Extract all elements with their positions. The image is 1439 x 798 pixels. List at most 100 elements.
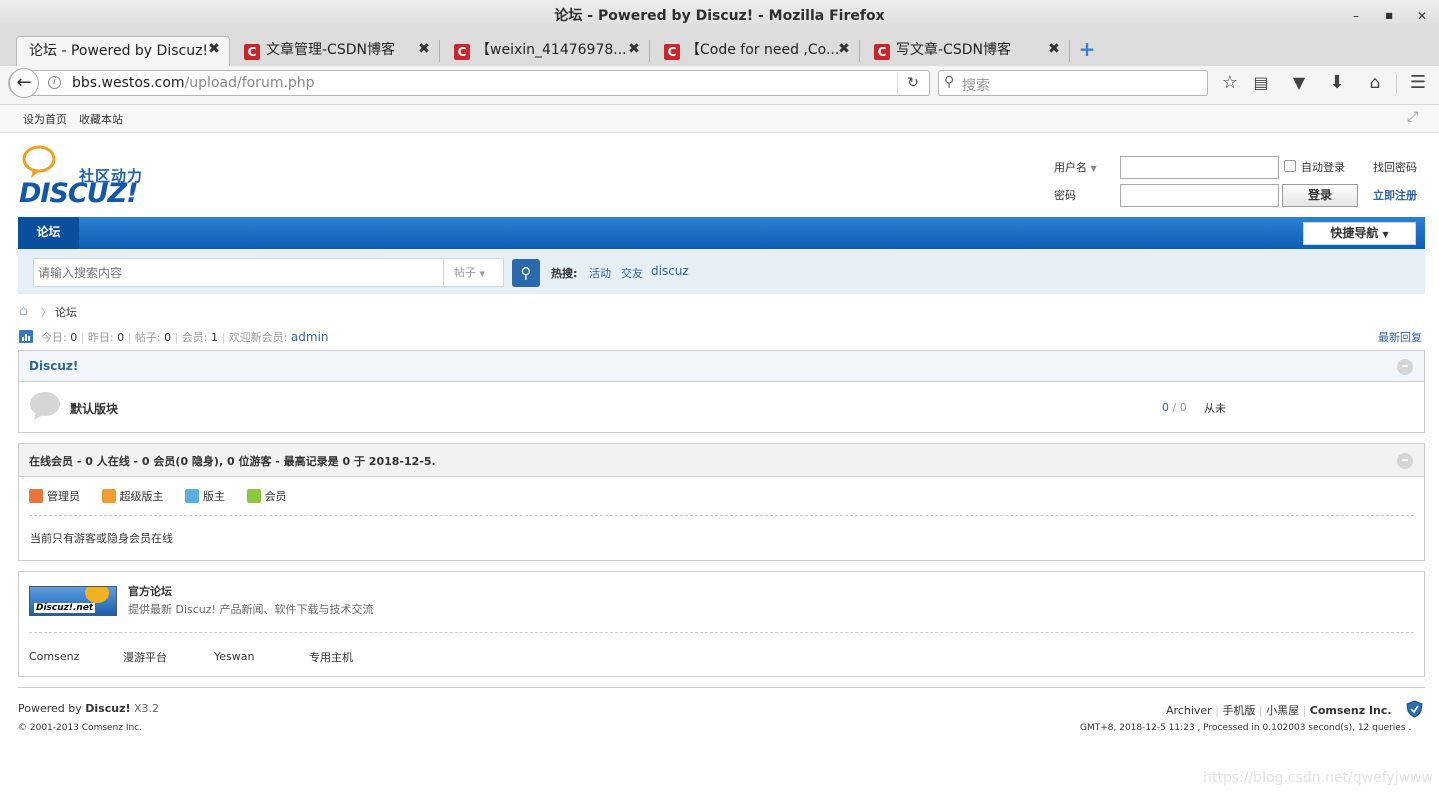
login-button[interactable]: 登录 <box>1282 184 1358 207</box>
friend-link[interactable]: Yeswan <box>214 650 254 663</box>
collapse-icon[interactable]: – <box>1397 453 1413 469</box>
search-type-select[interactable]: 帖子 ▼ <box>443 258 504 287</box>
dashed-divider <box>29 515 1414 516</box>
dashed-divider <box>29 632 1414 633</box>
tab-close-icon[interactable]: ✖ <box>207 41 221 57</box>
newest-member-link[interactable]: admin <box>291 330 329 344</box>
member-user-icon <box>246 489 261 503</box>
favorite-link[interactable]: 收藏本站 <box>79 111 123 127</box>
auto-login-label[interactable]: 自动登录 <box>1301 159 1345 175</box>
tab-forum[interactable]: 论坛 - Powered by Discuz! <box>16 36 230 66</box>
tab-close-icon[interactable]: ✖ <box>1047 41 1061 57</box>
bookmark-star-icon[interactable]: ☆ <box>1219 73 1241 93</box>
footer-links: Archiver | 手机版 | 小黑屋 | Comsenz Inc. <box>1166 704 1392 717</box>
forum-status-icon <box>28 391 62 421</box>
csdn-logo-icon: C <box>454 44 470 60</box>
forum-stats: 今日: 0 | 昨日: 0 | 帖子: 0 | 会员: 1 | 欢迎新会员: a… <box>41 330 329 344</box>
stat-welcome-label: 欢迎新会员: <box>228 331 288 344</box>
site-info-icon[interactable]: i <box>48 76 61 89</box>
menu-forum-tab[interactable]: 论坛 <box>18 217 79 249</box>
security-shield-icon[interactable] <box>1406 700 1423 718</box>
hot-search-link[interactable]: 活动 <box>589 265 611 281</box>
url-path: /upload/forum.php <box>184 75 315 91</box>
forum-counts: 0 / 0 <box>1162 401 1187 414</box>
tab-close-icon[interactable]: ✖ <box>837 41 851 57</box>
auto-login-checkbox[interactable] <box>1284 160 1296 172</box>
home-icon[interactable]: ⌂ <box>19 303 28 319</box>
banner-text: Discuz!.net <box>34 603 96 613</box>
maximize-icon[interactable]: ■ <box>1381 8 1397 24</box>
stat-members: 1 <box>210 331 218 344</box>
forum-last-post: 从未 <box>1204 402 1226 415</box>
legend-label: 管理员 <box>47 490 80 503</box>
tab-write-article[interactable]: C 写文章-CSDN博客 <box>862 36 1062 66</box>
friend-link[interactable]: 专用主机 <box>309 649 353 665</box>
tab-label: 【Code for need ,Co... <box>686 42 840 58</box>
close-window-icon[interactable]: ✕ <box>1414 8 1430 24</box>
mobile-link[interactable]: 手机版 <box>1222 704 1255 717</box>
hot-search-link[interactable]: discuz <box>651 264 689 278</box>
url-text[interactable]: bbs.westos.com/upload/forum.php <box>72 75 315 92</box>
quick-nav-button[interactable]: 快捷导航 ▼ <box>1303 222 1416 245</box>
fullscreen-icon[interactable]: ⤢ <box>1407 109 1418 125</box>
official-forum-title[interactable]: 官方论坛 <box>128 583 172 599</box>
forum-search-input[interactable] <box>33 258 444 287</box>
tab-separator <box>1069 40 1070 62</box>
password-input[interactable] <box>1120 184 1279 207</box>
company-link[interactable]: Comsenz Inc. <box>1310 704 1392 717</box>
menu-hamburger-icon[interactable]: ☰ <box>1407 73 1429 93</box>
set-home-link[interactable]: 设为首页 <box>23 111 67 127</box>
friend-link[interactable]: Comsenz <box>29 650 79 663</box>
legend-admin: 管理员 <box>29 489 80 503</box>
pocket-icon[interactable]: ▼ <box>1288 73 1310 93</box>
search-icon: ⚲ <box>520 264 532 282</box>
new-tab-icon[interactable]: + <box>1078 38 1096 60</box>
tab-label: 【weixin_41476978... <box>476 42 627 58</box>
reading-list-icon[interactable]: ▤ <box>1250 73 1272 93</box>
logo-wordmark: DISCUZ! <box>19 178 139 209</box>
discuz-logo[interactable]: 社区动力 DISCUZ! <box>19 142 159 212</box>
forum-name-link[interactable]: 默认版块 <box>70 400 118 417</box>
username-input[interactable] <box>1120 156 1279 179</box>
hot-search-label: 热搜: <box>551 267 578 280</box>
online-title[interactable]: 在线会员 - 0 人在线 - 0 会员(0 隐身), 0 位游客 - 最高记录是… <box>29 453 436 469</box>
tab-weixin[interactable]: C 【weixin_41476978... <box>442 36 642 66</box>
hot-search-link[interactable]: 交友 <box>621 265 643 281</box>
stat-posts-label: 帖子: <box>134 331 161 344</box>
find-password-link[interactable]: 找回密码 <box>1373 159 1417 175</box>
back-arrow-icon[interactable]: ← <box>9 68 39 98</box>
powered-name-link[interactable]: Discuz! <box>85 702 130 715</box>
downloads-icon[interactable]: ⬇ <box>1326 73 1348 93</box>
register-link[interactable]: 立即注册 <box>1373 187 1417 203</box>
home-icon[interactable]: ⌂ <box>1364 73 1386 93</box>
discuz-net-banner[interactable]: Discuz!.net <box>29 586 117 616</box>
blacklist-link[interactable]: 小黑屋 <box>1266 704 1299 717</box>
tab-separator <box>439 40 440 62</box>
category-title[interactable]: Discuz! <box>29 359 78 373</box>
tab-close-icon[interactable]: ✖ <box>417 41 431 57</box>
archiver-link[interactable]: Archiver <box>1166 704 1212 717</box>
main-menu-bar <box>18 217 1425 249</box>
breadcrumb-current: 论坛 <box>55 306 77 319</box>
search-magnifier-icon: ⚲ <box>944 74 955 90</box>
username-type-select[interactable]: 用户名 ▼ <box>1054 159 1097 175</box>
browser-search-placeholder: 搜索 <box>962 78 990 94</box>
site-topbar <box>0 105 1439 133</box>
tab-label: 论坛 - Powered by Discuz! <box>29 43 209 59</box>
collapse-icon[interactable]: – <box>1397 359 1413 375</box>
friend-link[interactable]: 漫游平台 <box>123 649 167 665</box>
reload-icon[interactable]: ↻ <box>902 73 924 93</box>
username-label: 用户名 <box>1054 161 1087 174</box>
window-titlebar: 论坛 - Powered by Discuz! - Mozilla Firefo… <box>0 0 1439 32</box>
stat-posts: 0 <box>164 331 172 344</box>
powered-by: Powered by Discuz! X3.2 <box>18 702 159 715</box>
search-button[interactable]: ⚲ <box>512 259 540 287</box>
window-title: 论坛 - Powered by Discuz! - Mozilla Firefo… <box>554 8 885 24</box>
menu-forum-label: 论坛 <box>36 225 61 239</box>
tab-close-icon[interactable]: ✖ <box>627 41 641 57</box>
latest-reply-link[interactable]: 最新回复 <box>1378 329 1422 345</box>
tab-code-for-need[interactable]: C 【Code for need ,Co... <box>652 36 852 66</box>
minimize-icon[interactable]: – <box>1348 8 1364 24</box>
copyright: © 2001-2013 Comsenz Inc. <box>18 723 143 733</box>
tab-csdn-articles[interactable]: C 文章管理-CSDN博客 <box>232 36 432 66</box>
